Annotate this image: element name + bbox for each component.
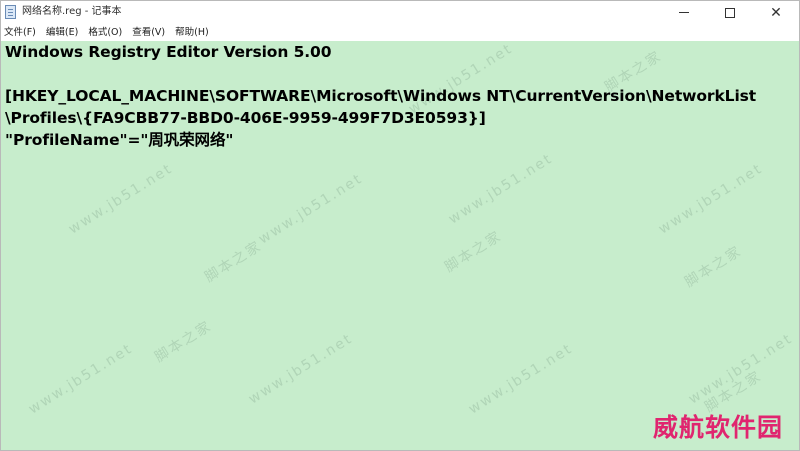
watermark-brand: 脚本之家 bbox=[152, 318, 215, 366]
notepad-app-icon bbox=[5, 5, 16, 19]
close-icon: ✕ bbox=[770, 4, 782, 21]
watermark-brand: 脚本之家 bbox=[702, 368, 765, 416]
menu-file[interactable]: 文件(F) bbox=[1, 25, 41, 40]
document-line: "ProfileName"="周巩荣网络" bbox=[5, 131, 234, 149]
site-logo-stamp: 威航软件园 bbox=[653, 413, 784, 442]
title-bar[interactable]: 网络名称.reg - 记事本 ✕ bbox=[1, 1, 799, 24]
maximize-button[interactable] bbox=[707, 1, 753, 24]
watermark-brand: 脚本之家 bbox=[202, 238, 265, 286]
minimize-button[interactable] bbox=[661, 1, 707, 24]
watermark-site: www.jb51.net bbox=[465, 340, 576, 418]
text-editor-area[interactable]: www.jb51.net 脚本之家 www.jb51.net www.jb51.… bbox=[1, 41, 799, 450]
watermark-brand: 脚本之家 bbox=[442, 228, 505, 276]
watermark-site: www.jb51.net bbox=[445, 150, 556, 228]
watermark-site: www.jb51.net bbox=[255, 170, 366, 248]
watermark-site: www.jb51.net bbox=[655, 160, 766, 238]
notepad-window: 网络名称.reg - 记事本 ✕ 文件(F) 编辑(E) 格式(O) 查看(V)… bbox=[0, 0, 800, 451]
minimize-icon bbox=[679, 12, 689, 13]
watermark-site: www.jb51.net bbox=[65, 160, 176, 238]
window-title: 网络名称.reg - 记事本 bbox=[22, 6, 122, 17]
watermark-site: www.jb51.net bbox=[245, 330, 356, 408]
menu-view[interactable]: 查看(V) bbox=[127, 25, 170, 40]
watermark-site: www.jb51.net bbox=[25, 340, 136, 418]
watermark-site: www.jb51.net bbox=[685, 330, 796, 408]
document-line: Windows Registry Editor Version 5.00 bbox=[5, 43, 332, 61]
document-line: \Profiles\{FA9CBB77-BBD0-406E-9959-499F7… bbox=[5, 109, 486, 127]
menu-format[interactable]: 格式(O) bbox=[83, 25, 127, 40]
menu-edit[interactable]: 编辑(E) bbox=[41, 25, 83, 40]
document-line: [HKEY_LOCAL_MACHINE\SOFTWARE\Microsoft\W… bbox=[5, 87, 757, 105]
maximize-icon bbox=[725, 7, 735, 18]
menu-help[interactable]: 帮助(H) bbox=[170, 25, 214, 40]
close-button[interactable]: ✕ bbox=[753, 1, 799, 24]
menu-bar: 文件(F) 编辑(E) 格式(O) 查看(V) 帮助(H) bbox=[1, 24, 799, 41]
document-content[interactable]: Windows Registry Editor Version 5.00 [HK… bbox=[5, 41, 785, 151]
watermark-brand: 脚本之家 bbox=[682, 243, 745, 291]
